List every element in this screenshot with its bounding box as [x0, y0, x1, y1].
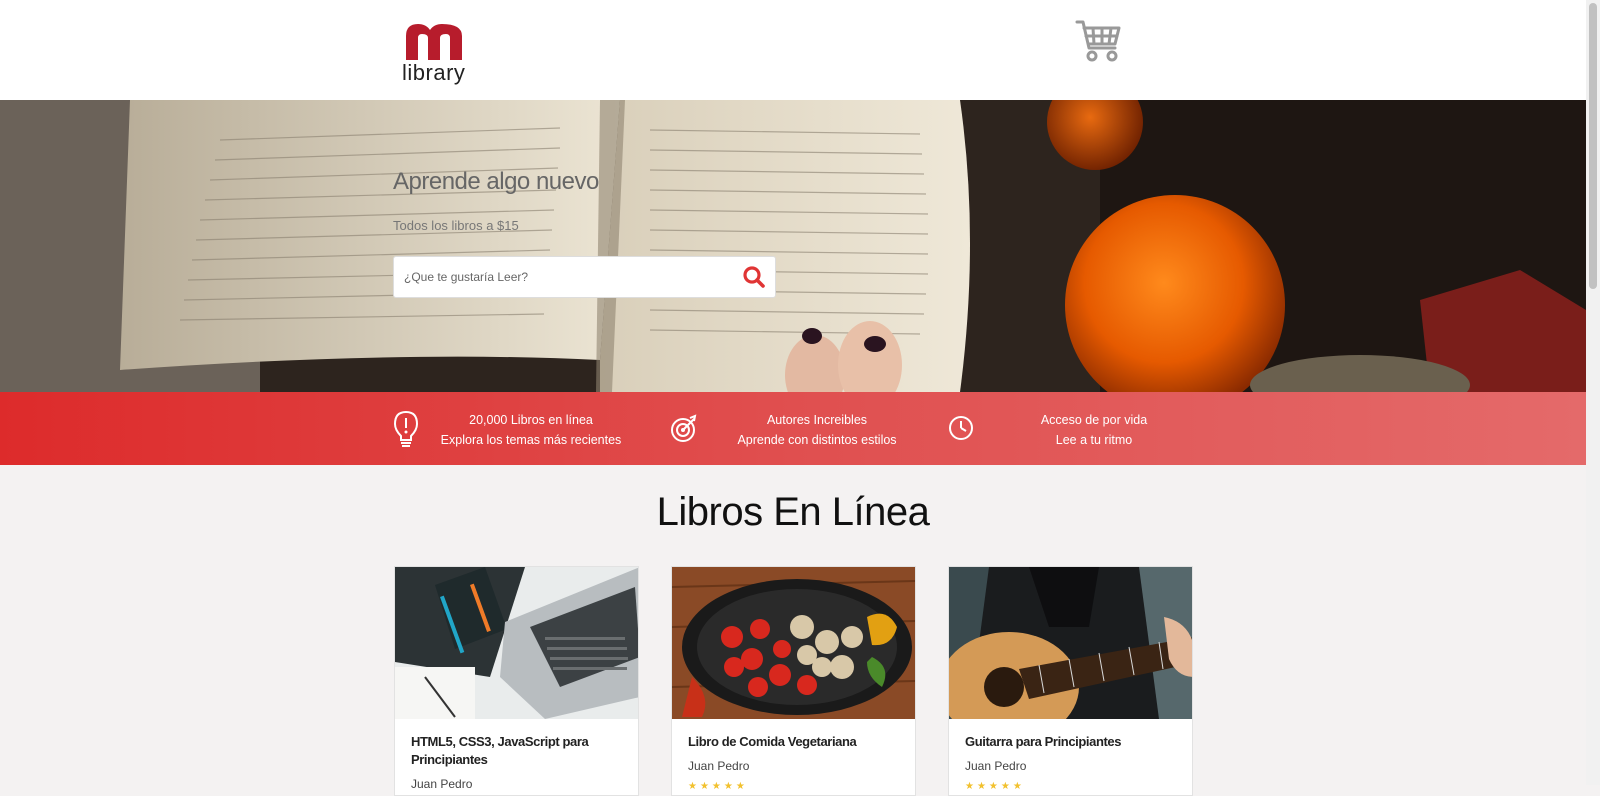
- search-input[interactable]: [394, 257, 749, 297]
- site-header: library: [0, 0, 1586, 100]
- book-cover-image: [672, 567, 915, 719]
- search-button[interactable]: [739, 262, 769, 292]
- feature-title: Acceso de por vida: [1040, 413, 1148, 427]
- site-logo[interactable]: library: [400, 20, 470, 90]
- feature-title: Autores Increibles: [766, 413, 868, 427]
- section-title: Libros En Línea: [656, 490, 930, 534]
- feature-description: Lee a tu ritmo: [1055, 433, 1133, 447]
- hero-title: Aprende algo nuevo: [393, 168, 599, 195]
- page-scrollbar[interactable]: [1586, 0, 1600, 785]
- book-cover-image: [395, 567, 638, 719]
- feature-description: Explora los temas más recientes: [440, 433, 622, 447]
- book-card[interactable]: HTML5, CSS3, JavaScript para Principiant…: [394, 566, 639, 796]
- book-author: Juan Pedro: [688, 759, 750, 773]
- features-bar: 20,000 Libros en línea Explora los temas…: [0, 392, 1586, 465]
- hero-subtitle: Todos los libros a $15: [393, 218, 519, 233]
- feature-text: Acceso de por vida Lee a tu ritmo: [999, 410, 1189, 450]
- book-cover-image: [949, 567, 1192, 719]
- search-icon: [743, 266, 765, 288]
- logo-mark-icon: [406, 24, 462, 60]
- logo-text: library: [402, 60, 466, 85]
- clock-icon: [949, 416, 973, 440]
- book-author: Juan Pedro: [965, 759, 1027, 773]
- book-card[interactable]: Guitarra para Principiantes Juan Pedro ★…: [948, 566, 1193, 796]
- book-author: Juan Pedro: [411, 777, 473, 791]
- search-form: [393, 256, 776, 298]
- hero-banner: Aprende algo nuevo Todos los libros a $1…: [0, 100, 1586, 392]
- rating-stars: ★★★★★: [688, 781, 748, 792]
- book-card[interactable]: Libro de Comida Vegetariana Juan Pedro ★…: [671, 566, 916, 796]
- target-icon: [671, 414, 697, 442]
- book-title[interactable]: Libro de Comida Vegetariana: [688, 733, 903, 751]
- scrollbar-thumb[interactable]: [1589, 3, 1597, 289]
- feature-text: Autores Increibles Aprende con distintos…: [722, 410, 912, 450]
- hero-background-image: [0, 100, 1586, 392]
- book-title[interactable]: Guitarra para Principiantes: [965, 733, 1180, 751]
- feature-text: 20,000 Libros en línea Explora los temas…: [436, 410, 626, 450]
- shopping-cart-icon: [1075, 20, 1121, 62]
- feature-description: Aprende con distintos estilos: [737, 433, 897, 447]
- lightbulb-icon: [393, 410, 419, 447]
- rating-stars: ★★★★★: [965, 781, 1025, 792]
- feature-title: 20,000 Libros en línea: [469, 413, 593, 427]
- shopping-cart-button[interactable]: [1075, 18, 1123, 64]
- book-title[interactable]: HTML5, CSS3, JavaScript para Principiant…: [411, 733, 626, 769]
